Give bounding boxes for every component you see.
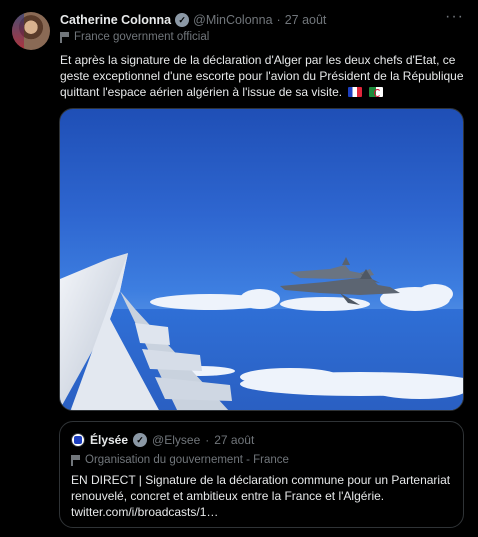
separator: ·: [276, 13, 281, 27]
quoted-text-body: EN DIRECT | Signature de la déclaration …: [71, 473, 451, 503]
verified-badge-icon: ✓: [133, 433, 148, 447]
tweet-photo[interactable]: [59, 108, 464, 411]
separator: ·: [205, 433, 210, 447]
quoted-text: EN DIRECT | Signature de la déclaration …: [71, 472, 455, 520]
more-icon[interactable]: ···: [445, 8, 464, 26]
france-flag-icon: [348, 87, 363, 97]
quoted-date: 27 août: [214, 433, 255, 447]
author-name[interactable]: Catherine Colonna: [60, 13, 171, 27]
photo-illustration: [60, 253, 463, 410]
quoted-link[interactable]: twitter.com/i/broadcasts/1…: [71, 504, 455, 520]
quoted-handle: @Elysee: [152, 433, 201, 447]
quoted-account-label-text: Organisation du gouvernement - France: [85, 454, 289, 466]
tweet[interactable]: Catherine Colonna ✓ @MinColonna · 27 aoû…: [0, 0, 478, 537]
algeria-flag-icon: [368, 87, 383, 97]
quoted-tweet[interactable]: Élysée ✓ @Elysee · 27 août Organisation …: [59, 421, 464, 528]
tweet-date[interactable]: 27 août: [285, 13, 327, 27]
quoted-account-label: Organisation du gouvernement - France: [71, 454, 289, 466]
account-label: France government official: [60, 31, 209, 43]
flag-icon: [71, 454, 80, 466]
verified-badge-icon: ✓: [175, 13, 190, 27]
quoted-header: Élysée ✓ @Elysee · 27 août: [71, 433, 254, 447]
quoted-avatar: [71, 433, 85, 447]
account-label-text: France government official: [74, 31, 210, 43]
tweet-text: Et après la signature de la déclaration …: [60, 52, 466, 100]
tweet-text-body: Et après la signature de la déclaration …: [60, 53, 464, 99]
avatar[interactable]: [12, 12, 50, 50]
quoted-author-name: Élysée: [90, 433, 129, 447]
tweet-header: Catherine Colonna ✓ @MinColonna · 27 aoû…: [60, 11, 326, 29]
author-handle[interactable]: @MinColonna: [193, 13, 272, 27]
flag-icon: [60, 31, 69, 43]
